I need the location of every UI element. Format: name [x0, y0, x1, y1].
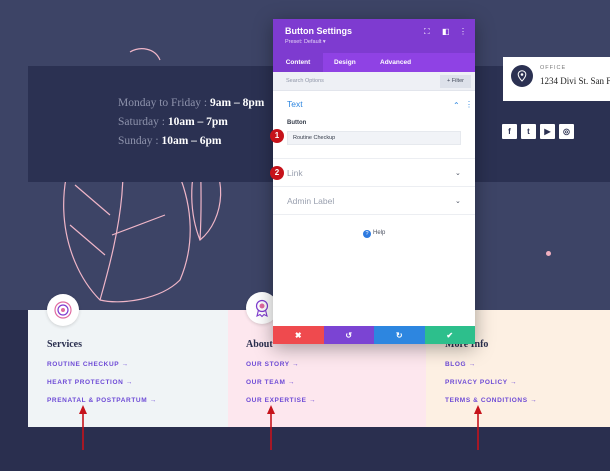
undo-button[interactable]: ↺: [323, 326, 374, 344]
tab-content[interactable]: Content: [273, 53, 323, 72]
youtube-icon[interactable]: ▶: [540, 124, 555, 139]
modal-tabs: Content Design Advanced: [273, 53, 475, 72]
step-marker-2: 2: [270, 166, 284, 180]
help-icon: ?: [363, 230, 371, 238]
footer-link[interactable]: OUR TEAM →: [246, 379, 295, 386]
admin-label-section-title[interactable]: Admin Label: [287, 196, 334, 206]
modal-title: Button Settings: [285, 26, 352, 36]
footer-link[interactable]: HEART PROTECTION →: [47, 379, 133, 386]
tab-design[interactable]: Design: [334, 53, 356, 72]
instagram-icon[interactable]: ◎: [559, 124, 574, 139]
hours-day: Sunday :: [118, 135, 159, 147]
hours-time: 10am – 6pm: [161, 135, 222, 147]
hours-time: 9am – 8pm: [210, 97, 265, 109]
office-card: OFFICE 1234 Divi St. San F: [503, 57, 610, 101]
footer-link[interactable]: BLOG →: [445, 361, 476, 368]
footer-link[interactable]: TERMS & CONDITIONS →: [445, 397, 537, 404]
button-field-label: Button: [287, 120, 307, 126]
divider: [273, 158, 475, 159]
decorative-dot: [546, 251, 551, 256]
expand-icon[interactable]: ⛶: [424, 27, 430, 37]
modal-header: Button Settings Preset: Default ▾ ⛶ ◧ ⋮: [273, 19, 475, 53]
search-options-bar: Search Options + Filter: [273, 72, 475, 91]
divider: [273, 214, 475, 215]
facebook-icon[interactable]: f: [502, 124, 517, 139]
target-icon: [47, 294, 79, 326]
button-settings-modal: Button Settings Preset: Default ▾ ⛶ ◧ ⋮ …: [273, 19, 475, 344]
office-label: OFFICE: [540, 65, 567, 71]
text-section-title[interactable]: Text: [287, 99, 303, 109]
chevron-down-icon[interactable]: ⌄: [455, 197, 461, 205]
office-address: 1234 Divi St. San F: [540, 76, 610, 86]
search-input[interactable]: Search Options: [286, 78, 324, 84]
help-label: Help: [373, 230, 386, 236]
column-title: About: [246, 339, 273, 350]
divider: [273, 186, 475, 187]
sidebar-icon[interactable]: ◧: [442, 27, 450, 36]
services-column: Services ROUTINE CHECKUP → HEART PROTECT…: [28, 310, 228, 427]
more-icon[interactable]: ⋮: [459, 27, 467, 36]
button-text-input[interactable]: Routine Checkup: [287, 131, 461, 145]
footer-link[interactable]: OUR EXPERTISE →: [246, 397, 316, 404]
preset-selector[interactable]: Preset: Default ▾: [285, 39, 326, 45]
hours-panel: Monday to Friday : 9am – 8pm Saturday : …: [28, 66, 283, 182]
modal-footer: ✖ ↺ ↻ ✔: [273, 326, 475, 344]
more-icon[interactable]: ⋮: [465, 100, 473, 109]
filter-button[interactable]: + Filter: [440, 75, 471, 88]
footer-link[interactable]: PRIVACY POLICY →: [445, 379, 517, 386]
discard-button[interactable]: ✖: [273, 326, 324, 344]
hours-line-saturday: Saturday : 10am – 7pm: [118, 116, 228, 128]
footer-link[interactable]: OUR STORY →: [246, 361, 299, 368]
map-pin-icon: [511, 65, 533, 87]
footer-link[interactable]: ROUTINE CHECKUP →: [47, 361, 129, 368]
help-link[interactable]: ? Help: [363, 230, 385, 238]
redo-button[interactable]: ↻: [374, 326, 425, 344]
step-marker-1: 1: [270, 129, 284, 143]
hours-time: 10am – 7pm: [167, 116, 228, 128]
twitter-icon[interactable]: t: [521, 124, 536, 139]
link-section-title[interactable]: Link: [287, 168, 303, 178]
hours-day: Saturday :: [118, 116, 165, 128]
footer-link[interactable]: PRENATAL & POSTPARTUM →: [47, 397, 157, 404]
hours-line-weekdays: Monday to Friday : 9am – 8pm: [118, 97, 264, 109]
chevron-down-icon[interactable]: ⌄: [455, 169, 461, 177]
column-title: Services: [47, 339, 82, 350]
hours-line-sunday: Sunday : 10am – 6pm: [118, 135, 222, 147]
hours-day: Monday to Friday :: [118, 97, 208, 109]
chevron-up-icon[interactable]: ⌃: [453, 101, 460, 110]
save-button[interactable]: ✔: [424, 326, 475, 344]
tab-advanced[interactable]: Advanced: [380, 53, 411, 72]
social-icons: f t ▶ ◎: [502, 124, 574, 139]
